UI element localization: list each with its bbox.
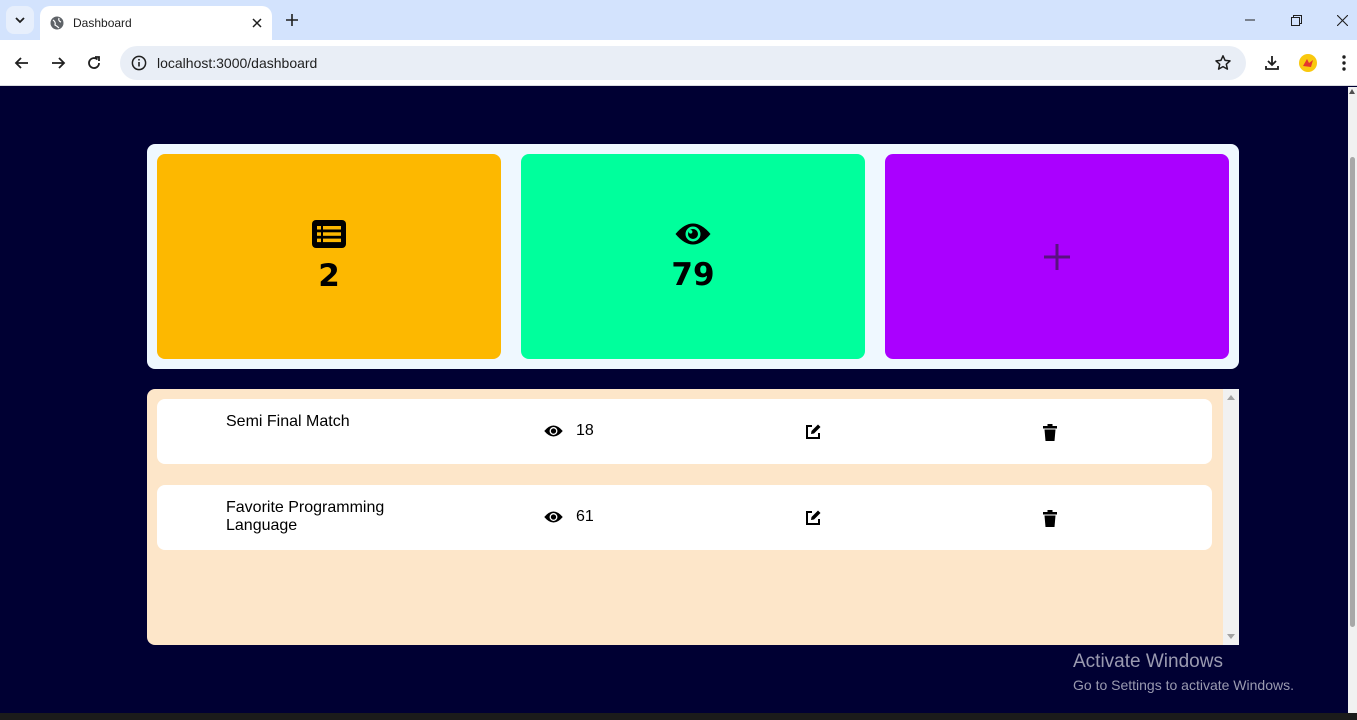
poll-title: Favorite Programming Language	[226, 499, 385, 534]
browser-menu-button[interactable]	[1332, 51, 1356, 75]
restore-button[interactable]	[1278, 6, 1314, 34]
scroll-up-arrow[interactable]	[1349, 89, 1355, 94]
browser-tab-bar: Dashboard	[0, 0, 1357, 40]
edit-poll-button[interactable]	[803, 422, 823, 442]
minimize-icon	[1245, 19, 1255, 21]
minimize-button[interactable]	[1232, 6, 1268, 34]
list-scroll-down-arrow[interactable]	[1227, 634, 1235, 639]
close-icon	[1336, 14, 1348, 26]
browser-toolbar: localhost:3000/dashboard	[0, 40, 1357, 86]
browser-tab[interactable]: Dashboard	[40, 6, 272, 40]
total-views-card[interactable]: 79	[521, 154, 865, 359]
polls-count: 2	[318, 257, 340, 294]
chevron-down-icon	[15, 17, 25, 24]
site-info-icon[interactable]	[130, 54, 148, 72]
watermark-title: Activate Windows	[1073, 651, 1223, 672]
stats-panel: 2 79	[147, 144, 1239, 369]
watermark-subtitle: Go to Settings to activate Windows.	[1073, 677, 1294, 693]
trash-icon	[1043, 509, 1057, 527]
back-button[interactable]	[8, 49, 36, 77]
poll-view-count: 18	[576, 422, 594, 439]
downloads-button[interactable]	[1260, 51, 1284, 75]
list-scrollbar[interactable]	[1223, 389, 1239, 645]
page-scroll-thumb[interactable]	[1350, 157, 1355, 627]
kebab-menu-icon	[1342, 55, 1346, 71]
eye-icon	[544, 511, 563, 523]
edit-poll-button[interactable]	[803, 508, 823, 528]
poll-title: Semi Final Match	[226, 413, 350, 430]
url-text: localhost:3000/dashboard	[157, 55, 318, 71]
extension-icon	[1299, 54, 1317, 72]
tab-close-icon[interactable]	[248, 14, 266, 32]
globe-icon	[50, 16, 64, 30]
poll-views: 61	[544, 508, 594, 526]
eye-icon	[544, 425, 563, 437]
poll-list[interactable]: Semi Final Match 18 Favorite Programming…	[147, 389, 1239, 645]
total-views: 79	[671, 256, 715, 293]
restore-icon	[1290, 14, 1302, 26]
page-scrollbar[interactable]	[1348, 87, 1357, 713]
tab-title: Dashboard	[73, 16, 132, 30]
new-tab-button[interactable]	[280, 8, 304, 32]
list-icon	[312, 219, 346, 248]
close-window-button[interactable]	[1324, 6, 1357, 34]
add-poll-card[interactable]	[885, 154, 1229, 359]
delete-poll-button[interactable]	[1041, 508, 1059, 528]
download-icon	[1265, 56, 1279, 70]
eye-icon	[675, 223, 711, 244]
bookmark-star-icon[interactable]	[1214, 54, 1232, 72]
delete-poll-button[interactable]	[1041, 422, 1059, 442]
poll-row[interactable]: Semi Final Match 18	[157, 399, 1212, 464]
poll-row[interactable]: Favorite Programming Language 61	[157, 485, 1212, 550]
edit-icon	[806, 510, 821, 525]
address-bar[interactable]: localhost:3000/dashboard	[120, 46, 1246, 80]
trash-icon	[1043, 423, 1057, 441]
extension-button[interactable]	[1296, 51, 1320, 75]
forward-button[interactable]	[44, 49, 72, 77]
poll-view-count: 61	[576, 508, 594, 525]
polls-count-card[interactable]: 2	[157, 154, 501, 359]
arrow-right-icon	[52, 57, 66, 69]
plus-icon	[1044, 243, 1070, 270]
list-scroll-up-arrow[interactable]	[1227, 395, 1235, 400]
tab-search-button[interactable]	[6, 6, 34, 34]
plus-icon	[286, 14, 298, 26]
reload-icon	[88, 56, 100, 69]
arrow-left-icon	[14, 57, 28, 69]
poll-views: 18	[544, 422, 594, 440]
activation-watermark: Activate Windows Go to Settings to activ…	[1073, 651, 1294, 693]
reload-button[interactable]	[80, 49, 108, 77]
taskbar-edge	[0, 713, 1357, 720]
edit-icon	[806, 424, 821, 439]
